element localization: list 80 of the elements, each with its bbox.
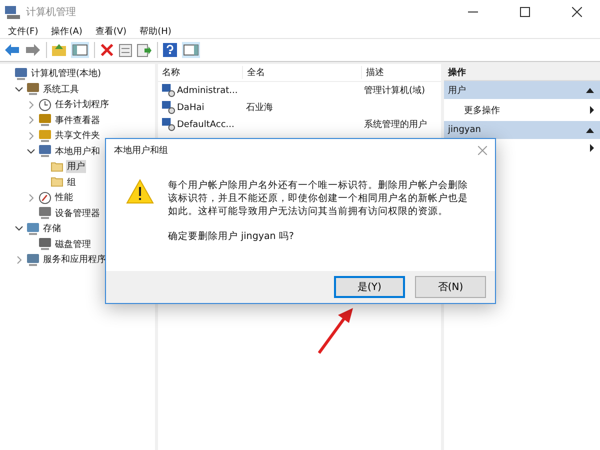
menu-item[interactable]: 帮助(H) bbox=[140, 24, 172, 38]
tree-item[interactable]: 本地用户和 bbox=[54, 144, 101, 158]
expand-icon[interactable] bbox=[28, 194, 34, 202]
confirm-question: 确定要删除用户 jingyan 吗? bbox=[168, 230, 295, 243]
folder-icon bbox=[51, 162, 63, 172]
collapse-icon[interactable] bbox=[15, 86, 23, 92]
tree-item[interactable]: 存储 bbox=[42, 222, 62, 236]
menu-item[interactable]: 文件(F) bbox=[8, 24, 38, 38]
tree-item[interactable]: 用户 bbox=[66, 160, 86, 174]
warning-message: 每个用户帐户除用户名外还有一个唯一标识符。删除用户帐户会删除该标识符，并且不能还原，即使你创建一个相同用户名的新帐户也是如此。这样可能导致用户无法访问其当前拥有访问权限的资源。 bbox=[168, 179, 469, 218]
maximize-icon bbox=[520, 7, 530, 17]
dialog-button[interactable]: 是(Y) bbox=[334, 276, 405, 298]
clock-icon bbox=[39, 98, 51, 111]
column-header[interactable]: 全名 bbox=[242, 66, 361, 79]
export-icon[interactable] bbox=[137, 44, 152, 56]
computer-icon bbox=[27, 254, 39, 266]
table-cell-text: 管理计算机(域) bbox=[363, 84, 426, 97]
dialog-button[interactable]: 否(N) bbox=[415, 276, 486, 298]
computer-icon bbox=[39, 130, 51, 142]
user-icon bbox=[162, 101, 175, 114]
tree-item[interactable]: 组 bbox=[66, 176, 77, 189]
tree-item[interactable]: 事件查看器 bbox=[54, 114, 101, 127]
table-cell[interactable]: DaHai bbox=[177, 102, 204, 112]
computer-icon bbox=[5, 6, 20, 18]
column-header[interactable]: 描述 bbox=[361, 66, 439, 79]
tree-item[interactable]: 系统工具 bbox=[42, 82, 80, 96]
section-header[interactable]: jingyan bbox=[444, 121, 600, 139]
tree-item[interactable]: 共享文件夹 bbox=[54, 129, 101, 142]
annotation-arrow bbox=[318, 308, 354, 354]
computer-icon bbox=[15, 68, 27, 80]
help-icon[interactable] bbox=[163, 43, 177, 57]
tree-item[interactable]: 设备管理器 bbox=[54, 206, 101, 220]
collapse-icon bbox=[586, 88, 594, 92]
folder-icon bbox=[51, 177, 63, 188]
menu-item[interactable]: 查看(V) bbox=[95, 24, 127, 38]
back-icon[interactable] bbox=[4, 44, 20, 56]
tree-item[interactable]: 任务计划程序 bbox=[54, 98, 110, 112]
delete-icon[interactable] bbox=[100, 43, 114, 57]
table-cell-text: 系统管理的用户 bbox=[363, 118, 428, 131]
collapse-icon[interactable] bbox=[27, 148, 35, 154]
close-icon bbox=[478, 146, 487, 154]
menu-item[interactable]: 操作(A) bbox=[51, 24, 82, 38]
computer-icon bbox=[39, 238, 51, 250]
column-header[interactable]: 名称 bbox=[158, 66, 242, 79]
gauge-icon bbox=[39, 192, 51, 204]
action-pane-icon[interactable] bbox=[182, 42, 200, 58]
tools-icon bbox=[27, 83, 39, 96]
computer-icon bbox=[39, 114, 51, 126]
expand-icon[interactable] bbox=[28, 116, 34, 124]
computer-icon bbox=[39, 207, 51, 220]
tree-item[interactable]: 计算机管理(本地) bbox=[30, 67, 102, 80]
user-icon bbox=[162, 118, 175, 131]
tree-item[interactable]: 服务和应用程序 bbox=[42, 253, 107, 266]
table-cell[interactable]: DefaultAcc... bbox=[177, 120, 234, 130]
collapse-icon bbox=[586, 128, 594, 132]
collapse-icon[interactable] bbox=[15, 226, 23, 232]
section-header[interactable]: 用户 bbox=[444, 81, 600, 99]
tree-item[interactable]: 性能 bbox=[54, 191, 74, 204]
submenu-arrow-icon bbox=[590, 106, 594, 114]
expand-icon[interactable] bbox=[28, 132, 34, 140]
console-tree-icon[interactable] bbox=[71, 42, 89, 58]
table-cell[interactable]: Administrat... bbox=[177, 86, 238, 96]
minimize-icon bbox=[468, 11, 478, 13]
warning-icon bbox=[126, 179, 154, 204]
expand-icon[interactable] bbox=[16, 256, 22, 264]
expand-icon[interactable] bbox=[28, 100, 34, 109]
forward-icon[interactable] bbox=[25, 44, 41, 56]
storage-icon bbox=[27, 222, 39, 235]
folder-up-icon[interactable] bbox=[52, 44, 66, 56]
properties-icon[interactable] bbox=[119, 44, 132, 56]
dialog-title: 本地用户和组 bbox=[114, 144, 168, 156]
table-cell-text: 石业海 bbox=[245, 102, 274, 114]
pane-title: 操作 bbox=[444, 64, 600, 81]
action-link[interactable]: 更多操作 bbox=[464, 104, 500, 116]
user-icon bbox=[162, 84, 175, 97]
tree-item[interactable]: 磁盘管理 bbox=[54, 238, 92, 251]
submenu-arrow-icon bbox=[590, 144, 594, 152]
window-title: 计算机管理 bbox=[26, 6, 76, 19]
close-icon bbox=[572, 7, 582, 17]
computer-icon bbox=[39, 145, 51, 158]
